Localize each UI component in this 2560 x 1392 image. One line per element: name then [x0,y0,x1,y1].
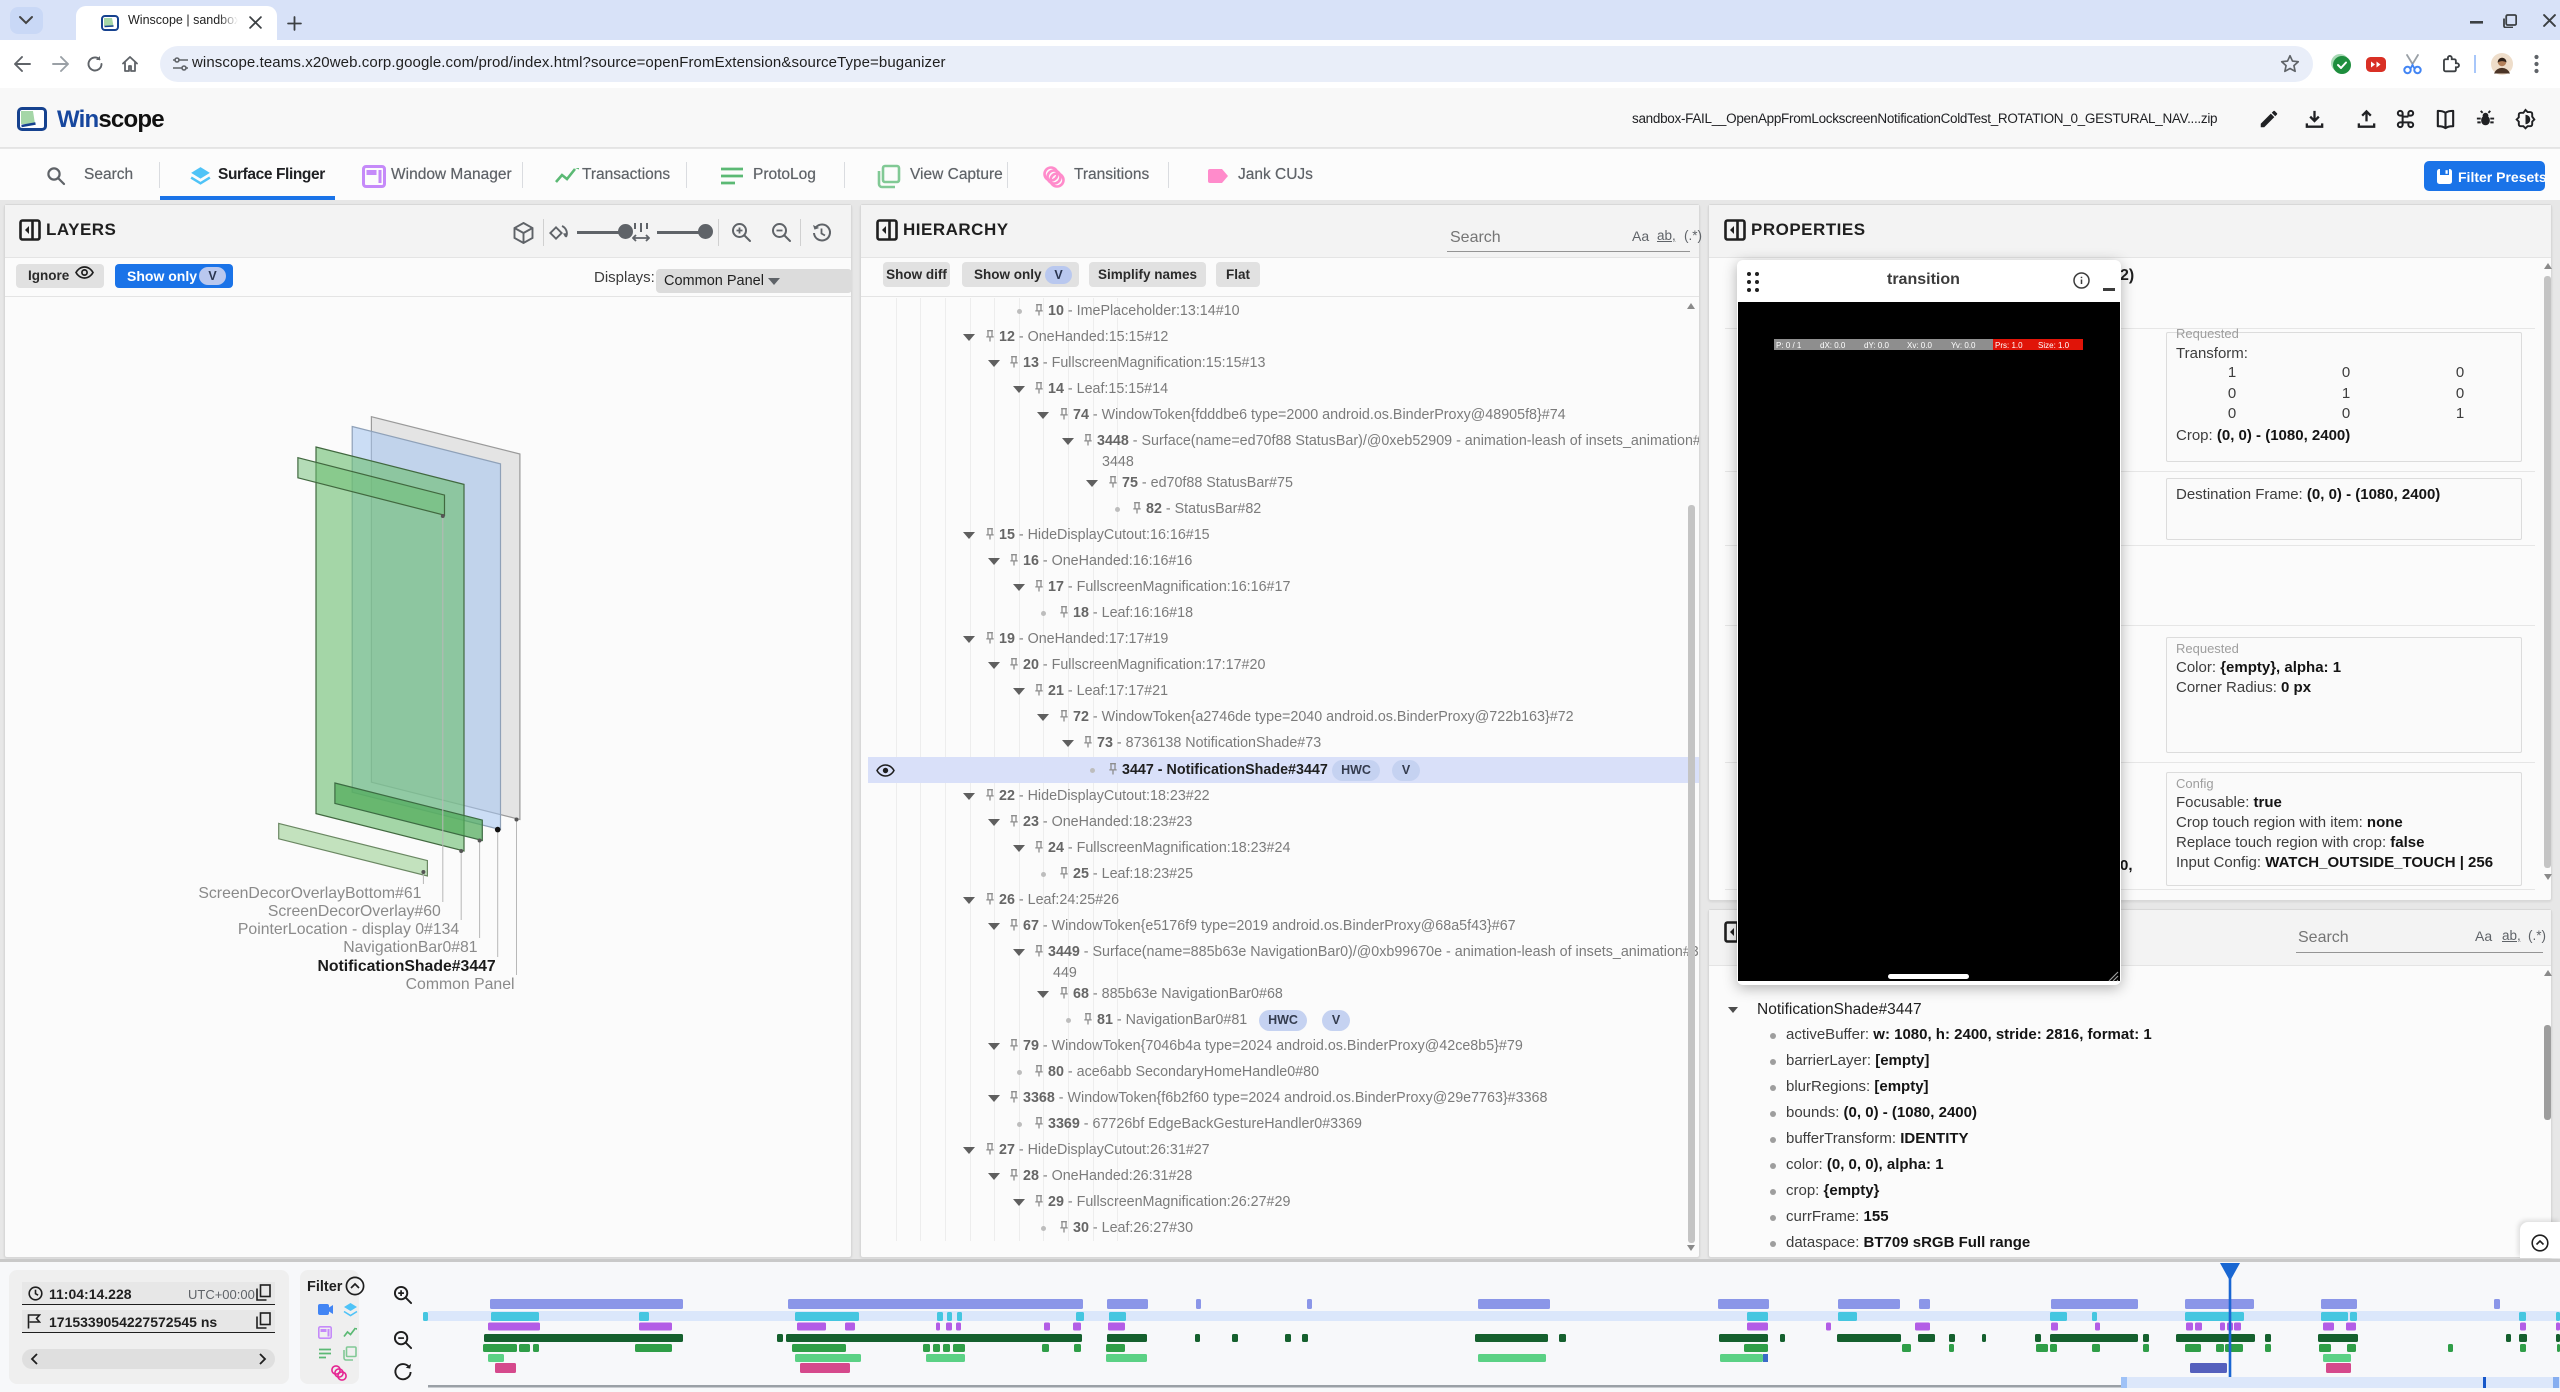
svg-text:PointerLocation - display 0#13: PointerLocation - display 0#134 [238,921,460,938]
svg-text:NotificationShade#3447: NotificationShade#3447 [317,958,495,975]
svg-text:NavigationBar0#81: NavigationBar0#81 [343,939,478,956]
svg-text:Common Panel: Common Panel [406,976,515,993]
svg-text:ScreenDecorOverlay#60: ScreenDecorOverlay#60 [268,903,441,920]
svg-text:ScreenDecorOverlayBottom#61: ScreenDecorOverlayBottom#61 [198,885,421,902]
